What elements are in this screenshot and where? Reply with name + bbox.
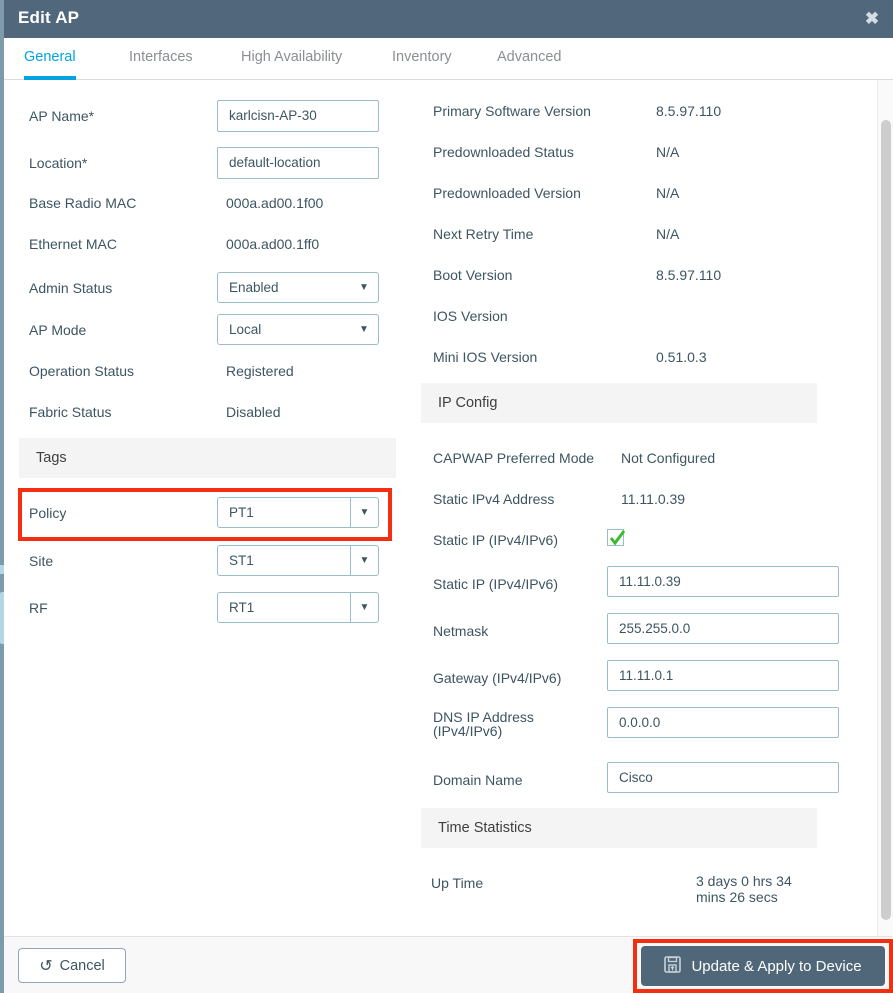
check-icon <box>609 530 626 546</box>
predownloaded-version-value: N/A <box>656 185 680 201</box>
update-and-apply-button-label: Update & Apply to Device <box>691 957 862 975</box>
base-radio-mac-value: 000a.ad00.1f00 <box>226 195 324 211</box>
operation-status-label: Operation Status <box>29 363 135 379</box>
static-ipv4-address-value: 11.11.0.39 <box>621 491 686 507</box>
tab-interfaces[interactable]: Interfaces <box>129 49 193 80</box>
static-ip-label: Static IP (IPv4/IPv6) <box>433 576 559 592</box>
edit-ap-dialog: Edit AP ✖ General Interfaces High Availa… <box>0 0 893 993</box>
capwap-preferred-mode-label: CAPWAP Preferred Mode <box>433 450 595 466</box>
ap-name-input[interactable]: karlcisn-AP-30 <box>217 100 379 132</box>
policy-tag-label: Policy <box>29 505 67 521</box>
policy-tag-value: PT1 <box>229 505 254 520</box>
chevron-down-icon: ▼ <box>350 545 378 576</box>
up-time-value-line2: mins 26 secs <box>696 889 778 905</box>
location-label: Location* <box>29 155 88 171</box>
operation-status-value: Registered <box>226 363 294 379</box>
admin-status-select[interactable]: Enabled ▼ <box>217 272 379 303</box>
ip-config-section-header: IP Config <box>421 383 817 423</box>
domain-name-input[interactable]: Cisco <box>607 762 839 793</box>
mini-ios-version-label: Mini IOS Version <box>433 349 538 365</box>
boot-version-value: 8.5.97.110 <box>656 267 722 283</box>
dialog-footer: ↺ Cancel Update & Apply to Device <box>4 936 893 993</box>
tags-section-header: Tags <box>19 438 396 478</box>
fabric-status-value: Disabled <box>226 404 281 420</box>
static-ip-input[interactable]: 11.11.0.39 <box>607 566 839 597</box>
cancel-button[interactable]: ↺ Cancel <box>18 948 126 983</box>
dialog-body: AP Name* karlcisn-AP-30 Location* defaul… <box>4 80 893 936</box>
mini-ios-version-value: 0.51.0.3 <box>656 349 707 365</box>
tab-bar: General Interfaces High Availability Inv… <box>4 38 893 80</box>
dialog-titlebar: Edit AP ✖ <box>4 0 893 38</box>
ios-version-label: IOS Version <box>433 308 508 324</box>
cancel-button-label: Cancel <box>59 957 105 974</box>
tab-inventory[interactable]: Inventory <box>392 49 452 80</box>
tab-high-availability[interactable]: High Availability <box>241 49 342 80</box>
netmask-input[interactable]: 255.255.0.0 <box>607 613 839 644</box>
ap-mode-value: Local <box>229 322 262 337</box>
update-and-apply-button[interactable]: Update & Apply to Device <box>641 946 885 986</box>
close-icon[interactable]: ✖ <box>859 7 885 31</box>
next-retry-time-value: N/A <box>656 226 680 242</box>
site-tag-value: ST1 <box>229 553 254 568</box>
admin-status-value: Enabled <box>229 280 279 295</box>
rf-tag-value: RT1 <box>229 600 255 615</box>
gateway-label: Gateway (IPv4/IPv6) <box>433 670 562 686</box>
capwap-preferred-mode-value: Not Configured <box>621 450 716 466</box>
up-time-label: Up Time <box>431 875 484 891</box>
dialog-scrollbar-thumb[interactable] <box>881 120 891 920</box>
static-ipv4-address-label: Static IPv4 Address <box>433 491 555 507</box>
ethernet-mac-value: 000a.ad00.1ff0 <box>226 236 320 252</box>
boot-version-label: Boot Version <box>433 267 513 283</box>
tab-advanced[interactable]: Advanced <box>497 49 562 80</box>
dns-ip-address-input[interactable]: 0.0.0.0 <box>607 707 839 738</box>
undo-icon: ↺ <box>39 957 53 975</box>
ap-mode-label: AP Mode <box>29 322 87 338</box>
dns-ip-address-label-line2: (IPv4/IPv6) <box>433 723 503 739</box>
location-input[interactable]: default-location <box>217 147 379 179</box>
chevron-down-icon: ▼ <box>350 497 378 528</box>
dialog-scrollbar-track[interactable] <box>877 80 893 936</box>
predownloaded-status-value: N/A <box>656 144 680 160</box>
time-statistics-section-header: Time Statistics <box>421 808 817 848</box>
primary-software-version-value: 8.5.97.110 <box>656 103 722 119</box>
site-tag-select[interactable]: ST1 ▼ <box>217 545 379 576</box>
site-tag-label: Site <box>29 553 54 569</box>
gateway-input[interactable]: 11.11.0.1 <box>607 660 839 691</box>
base-radio-mac-label: Base Radio MAC <box>29 195 137 211</box>
next-retry-time-label: Next Retry Time <box>433 226 534 242</box>
rf-tag-label: RF <box>29 600 48 616</box>
domain-name-label: Domain Name <box>433 772 523 788</box>
static-ip-checkbox-label: Static IP (IPv4/IPv6) <box>433 532 559 548</box>
primary-software-version-label: Primary Software Version <box>433 103 591 119</box>
admin-status-label: Admin Status <box>29 280 113 296</box>
predownloaded-status-label: Predownloaded Status <box>433 144 574 160</box>
dialog-title: Edit AP <box>18 8 80 27</box>
ap-name-label: AP Name* <box>29 108 95 124</box>
policy-tag-select[interactable]: PT1 ▼ <box>217 497 379 528</box>
netmask-label: Netmask <box>433 623 489 639</box>
chevron-down-icon: ▼ <box>350 592 378 623</box>
static-ip-checkbox[interactable] <box>607 529 626 546</box>
rf-tag-select[interactable]: RT1 ▼ <box>217 592 379 623</box>
chevron-down-icon: ▼ <box>359 282 369 293</box>
save-icon <box>664 955 682 977</box>
ap-mode-select[interactable]: Local ▼ <box>217 314 379 345</box>
predownloaded-version-label: Predownloaded Version <box>433 185 581 201</box>
fabric-status-label: Fabric Status <box>29 404 112 420</box>
tab-general[interactable]: General <box>24 49 76 80</box>
chevron-down-icon: ▼ <box>359 324 369 335</box>
ethernet-mac-label: Ethernet MAC <box>29 236 117 252</box>
